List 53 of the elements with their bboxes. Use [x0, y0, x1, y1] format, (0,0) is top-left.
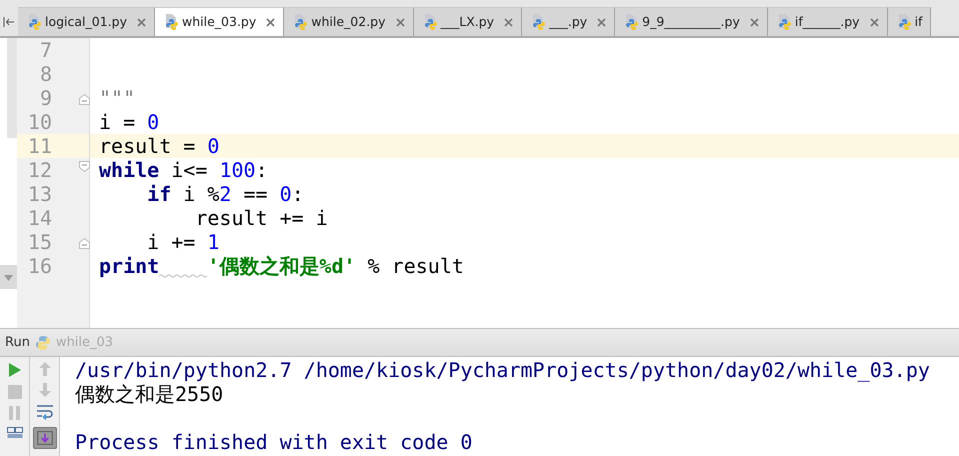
line-number: 8 [40, 62, 52, 86]
close-icon[interactable] [137, 18, 146, 26]
python-file-icon [623, 13, 640, 31]
file-tab[interactable]: while_02.py [284, 7, 414, 36]
code-line: """ [99, 86, 136, 110]
close-icon[interactable] [870, 18, 879, 26]
code-line: i = 0 [99, 110, 160, 134]
code-line: i += 1 [146, 230, 220, 254]
code-line: result += i [194, 206, 328, 230]
fold-marker-icon[interactable] [79, 238, 90, 249]
code-line: print '偶数之和是%d' % result [99, 254, 464, 278]
code-line: while i<= 100: [99, 158, 268, 182]
close-icon[interactable] [504, 18, 514, 26]
python-file-icon [163, 13, 179, 31]
soft-wrap-icon[interactable] [36, 404, 54, 420]
close-icon[interactable] [266, 18, 276, 26]
python-file-icon [292, 13, 308, 31]
fold-marker-icon[interactable] [79, 161, 90, 172]
file-tab[interactable]: if [888, 7, 932, 36]
file-tab[interactable]: 9_9_________.py [615, 7, 768, 36]
file-tab[interactable]: ___.py [522, 7, 616, 36]
file-tab[interactable]: logical_01.py [18, 7, 155, 36]
pin-left-icon[interactable] [3, 16, 15, 26]
console-line: /usr/bin/python2.7 /home/kiosk/PycharmProjects/python/day02/while_03.py [75, 358, 930, 382]
layout-icon[interactable] [6, 427, 22, 439]
console-line: Process finished with exit code 0 [75, 430, 474, 454]
code-line: result = 0 [99, 134, 220, 158]
line-number: 11 [28, 134, 52, 158]
file-tab[interactable]: while_03.py [155, 7, 284, 36]
close-icon[interactable] [396, 18, 404, 26]
line-number: 9 [40, 86, 52, 110]
line-number: 7 [40, 38, 52, 62]
python-file-icon [26, 13, 42, 31]
code-line: if i %2 == 0: [146, 182, 304, 206]
caret-down-icon[interactable] [0, 265, 17, 289]
line-number: 12 [28, 158, 52, 182]
run-icon[interactable] [8, 362, 22, 378]
scrollbar-thumb[interactable] [7, 38, 17, 138]
console-line: 偶数之和是2550 [75, 382, 224, 406]
scroll-to-end-icon[interactable] [32, 427, 56, 449]
line-number: 13 [28, 182, 52, 206]
line-number: 14 [28, 206, 52, 230]
close-icon[interactable] [750, 18, 759, 26]
close-icon[interactable] [597, 18, 606, 26]
file-tab[interactable]: ___LX.py [414, 7, 522, 36]
python-file-icon [530, 13, 546, 31]
file-tab[interactable]: if______.py [768, 7, 888, 36]
line-number: 16 [28, 254, 52, 278]
fold-marker-icon[interactable] [79, 94, 90, 105]
line-number: 15 [28, 230, 52, 254]
run-panel-title: Run [5, 334, 30, 352]
python-icon [34, 334, 51, 350]
line-number: 10 [28, 110, 52, 134]
